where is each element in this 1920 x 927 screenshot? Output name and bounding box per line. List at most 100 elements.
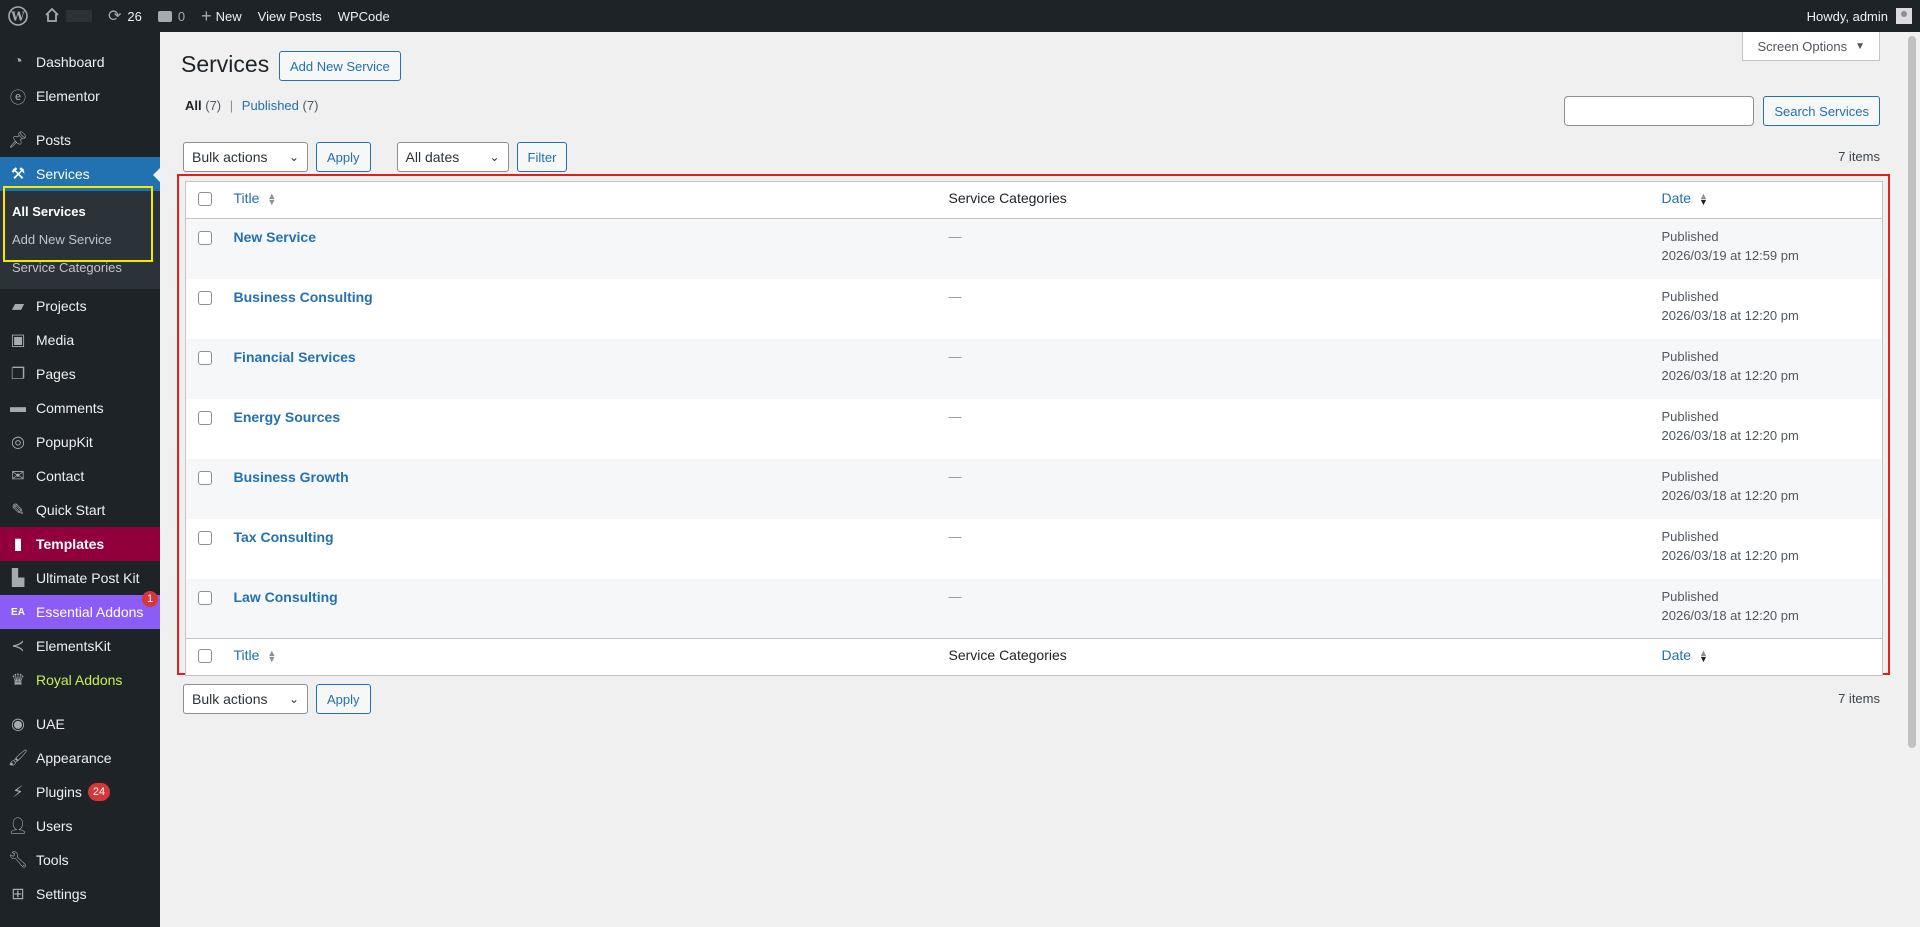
sidebar-item-label: Essential Addons [36,604,144,620]
site-home-link[interactable] [36,0,100,32]
sidebar-item-dashboard[interactable]: ◔ Dashboard [0,45,160,79]
sidebar-item-settings[interactable]: ⊞ Settings [0,877,160,911]
page-scrollbar[interactable] [1904,32,1920,927]
row-checkbox[interactable] [198,290,212,305]
select-all-checkbox[interactable] [198,192,212,206]
updates-link[interactable]: ⟳ 26 [100,0,150,32]
sidebar-item-tools[interactable]: 🔧︎ Tools [0,843,160,877]
submenu-add-new-service[interactable]: Add New Service [0,225,160,253]
sidebar-item-popupkit[interactable]: ◎ PopupKit [0,425,160,459]
sidebar-item-comments[interactable]: ▬ Comments [0,391,160,425]
table-row: Business Consulting — Published 2026/03/18 … [186,279,1883,339]
essential-addons-icon: EA [11,606,25,618]
row-status: Published [1661,348,1719,364]
main-content: Screen Options ▼ Services Add New Servic… [160,32,1900,927]
sidebar-item-elementskit[interactable]: ≺ ElementsKit [0,629,160,663]
howdy-user-link[interactable]: Howdy, admin [1807,9,1888,24]
settings-sliders-icon: ⊞ [11,886,25,903]
screen-options-button[interactable]: Screen Options ▼ [1742,32,1880,61]
wordpress-logo-icon[interactable]: W [0,0,36,32]
column-date-label: Date [1661,190,1692,206]
row-date: 2026/03/19 at 12:59 pm [1661,248,1799,263]
row-checkbox[interactable] [198,530,212,545]
apply-button-bottom[interactable]: Apply [316,684,371,714]
sidebar-item-royal-addons[interactable]: ♛ Royal Addons [0,663,160,697]
sidebar-item-label: Appearance [36,750,112,766]
column-title-header[interactable]: Title ▲ ▼ [223,181,939,219]
row-checkbox[interactable] [198,410,212,425]
submenu-service-categories[interactable]: Service Categories [0,253,160,281]
submenu-all-services[interactable]: All Services [0,197,160,225]
sort-arrows-icon: ▲ ▼ [1698,191,1708,208]
quick-start-icon: ✎ [11,502,25,519]
sidebar-item-appearance[interactable]: 🖌︎ Appearance [0,741,160,775]
row-status: Published [1661,408,1719,424]
search-services-button[interactable]: Search Services [1763,96,1880,126]
comments-link[interactable]: 0 [150,0,193,32]
status-filter-links: All (7) | Published (7) [185,98,318,113]
new-content-link[interactable]: + New [193,0,250,32]
row-category: — [948,348,962,364]
add-new-service-button[interactable]: Add New Service [279,51,401,81]
sidebar-item-essential-addons[interactable]: EA Essential Addons 1 [0,591,160,629]
sidebar-item-projects[interactable]: ▰ Projects [0,289,160,323]
column-title-footer[interactable]: Title ▲ ▼ [223,638,939,676]
pushpin-icon: 📌︎ [7,132,29,149]
row-title-link[interactable]: New Service [234,229,317,245]
sidebar-item-users[interactable]: 👤︎ Users [0,809,160,843]
sidebar-item-label: Plugins [36,784,82,800]
wrench-icon: 🔧︎ [7,852,29,869]
sidebar-item-templates[interactable]: ▮ Templates [0,527,160,561]
uae-icon: ◉ [11,716,25,733]
refresh-icon: ⟳ [108,8,122,25]
column-date-header[interactable]: Date ▲ ▼ [1651,181,1883,219]
sidebar-item-services[interactable]: ⚒ Services [0,157,161,191]
row-title-link[interactable]: Tax Consulting [234,529,334,545]
sidebar-item-contact[interactable]: ✉ Contact [0,459,160,493]
sidebar-item-elementor[interactable]: ⓔ Elementor [0,79,160,113]
filter-all-link[interactable]: All (7) [185,98,221,113]
row-checkbox[interactable] [198,590,212,605]
column-date-footer[interactable]: Date ▲ ▼ [1651,638,1883,676]
sidebar-item-uae[interactable]: ◉ UAE [0,707,160,741]
select-all-checkbox-footer[interactable] [198,649,212,663]
sidebar-item-label: Ultimate Post Kit [36,570,140,586]
table-header-row: Title ▲ ▼ Service Categories Date ▲ ▼ [185,181,1883,219]
date-filter-select[interactable]: All dates ⌄ [396,142,509,172]
row-status: Published [1661,229,1719,244]
bulk-actions-select[interactable]: Bulk actions ⌄ [183,142,308,172]
items-count: 7 items [1838,149,1880,164]
tablenav-bottom: Bulk actions ⌄ Apply [183,684,371,714]
row-title-link[interactable]: Financial Services [234,349,356,365]
sidebar-item-label: PopupKit [36,434,93,450]
row-checkbox[interactable] [198,470,212,485]
row-date: 2026/03/18 at 12:20 pm [1661,367,1799,383]
row-checkbox[interactable] [198,231,212,245]
sidebar-item-quick-start[interactable]: ✎ Quick Start [0,493,160,527]
wpcode-link[interactable]: WPCode [330,0,398,32]
row-title-link[interactable]: Law Consulting [234,589,338,605]
comment-icon: ▬ [10,399,26,416]
bulk-actions-value: Bulk actions [192,149,268,165]
scrollbar-thumb[interactable] [1908,36,1916,748]
filter-button[interactable]: Filter [516,142,568,172]
avatar[interactable] [1896,8,1912,24]
row-title-link[interactable]: Business Growth [234,469,349,485]
view-posts-link[interactable]: View Posts [250,0,330,32]
bulk-actions-select-bottom[interactable]: Bulk actions ⌄ [183,684,308,714]
row-title-link[interactable]: Business Consulting [234,289,373,305]
search-input[interactable] [1564,96,1755,126]
sidebar-item-plugins[interactable]: ⚡︎ Plugins 24 [0,775,160,809]
sidebar-item-pages[interactable]: ❐ Pages [0,357,160,391]
row-title-link[interactable]: Energy Sources [234,409,341,425]
apply-button[interactable]: Apply [316,142,371,172]
svg-text:W: W [10,10,25,24]
table-footer-row: Title ▲ ▼ Service Categories Date ▲ ▼ [185,638,1883,676]
sidebar-item-media[interactable]: ▣ Media [0,323,160,357]
row-checkbox[interactable] [198,350,212,365]
sidebar-item-ultimate-post-kit[interactable]: ▙ Ultimate Post Kit [0,561,160,595]
table-row: Business Growth — Published 2026/03/18 at 1… [185,458,1883,519]
filter-published-link[interactable]: Published (7) [242,98,319,113]
sidebar-item-posts[interactable]: 📌︎ Posts [0,123,160,157]
items-count-bottom: 7 items [1838,691,1880,706]
